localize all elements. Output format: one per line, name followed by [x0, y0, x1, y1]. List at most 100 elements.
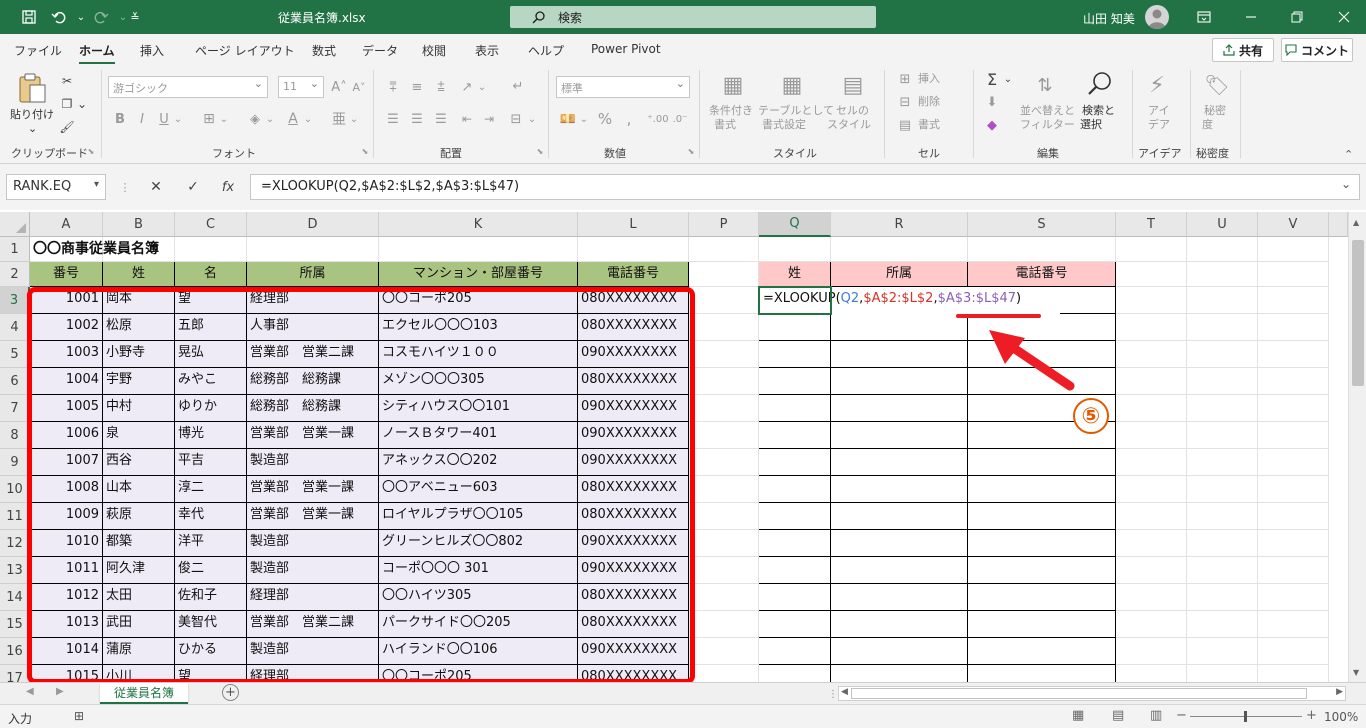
table-cell[interactable]: 中村	[103, 395, 175, 422]
tab-insert[interactable]: 挿入	[140, 42, 164, 59]
lookup-header-cell[interactable]: 姓	[759, 262, 831, 287]
clear-icon[interactable]: ◆	[982, 116, 1002, 134]
align-middle-icon[interactable]: ≡	[408, 78, 426, 96]
grid-cell[interactable]	[1116, 395, 1187, 422]
lookup-result-cell[interactable]	[968, 449, 1116, 476]
increase-font-icon[interactable]: A˄	[330, 78, 348, 96]
table-cell[interactable]: 萩原	[103, 503, 175, 530]
table-cell[interactable]: パークサイド〇〇205	[379, 611, 578, 638]
underline-icon[interactable]: U	[156, 110, 172, 128]
lookup-result-cell[interactable]	[831, 584, 968, 611]
table-cell[interactable]: 090XXXXXXXX	[578, 557, 689, 584]
collapse-ribbon-icon[interactable]: ⌃	[1344, 148, 1353, 161]
table-cell[interactable]: 1012	[30, 584, 103, 611]
column-header-s[interactable]: S	[968, 212, 1116, 237]
prev-sheet-icon[interactable]: ◀	[26, 686, 34, 697]
copy-dropdown-icon[interactable]: ⌄	[76, 95, 88, 113]
autosum-dropdown-icon[interactable]: ⌄	[1002, 70, 1014, 88]
ideas-label[interactable]: アイ	[1148, 104, 1169, 118]
table-cell[interactable]: 晃弘	[175, 341, 247, 368]
table-cell[interactable]: 1011	[30, 557, 103, 584]
format-painter-icon[interactable]: 🖌	[58, 118, 76, 136]
cell-styles-label[interactable]: セルの	[836, 104, 869, 118]
table-cell[interactable]: 1006	[30, 422, 103, 449]
fill-icon[interactable]: ⬇	[982, 93, 1002, 111]
grid-cell[interactable]	[1187, 503, 1258, 530]
row-header[interactable]: 9	[0, 449, 30, 476]
decrease-indent-icon[interactable]: ⇤	[458, 110, 476, 128]
comment-button[interactable]: コメント	[1281, 38, 1353, 62]
lookup-result-cell[interactable]	[759, 449, 831, 476]
grid-cell[interactable]	[968, 237, 1116, 262]
table-cell[interactable]: 美智代	[175, 611, 247, 638]
grid-cell[interactable]	[689, 237, 759, 262]
lookup-result-cell[interactable]	[759, 476, 831, 503]
table-cell[interactable]: 蒲原	[103, 638, 175, 665]
grid-cell[interactable]	[1116, 237, 1187, 262]
lookup-result-cell[interactable]	[759, 557, 831, 584]
grid-cell[interactable]	[1187, 557, 1258, 584]
column-header-l[interactable]: L	[578, 212, 689, 237]
vertical-scrollbar[interactable]: ▲ ▼	[1348, 212, 1366, 682]
table-cell[interactable]: 阿久津	[103, 557, 175, 584]
font-color-icon[interactable]: A	[284, 110, 302, 128]
lookup-result-cell[interactable]	[759, 530, 831, 557]
grid-cell[interactable]	[759, 237, 831, 262]
cell-styles-icon[interactable]: ▤	[838, 70, 868, 100]
search-box[interactable]: 検索	[510, 6, 876, 28]
tab-view[interactable]: 表示	[475, 42, 499, 59]
grid-cell[interactable]	[1187, 611, 1258, 638]
grid-cell[interactable]	[689, 287, 759, 314]
grid-cell[interactable]	[1258, 341, 1329, 368]
tab-file[interactable]: ファイル	[14, 42, 62, 59]
table-cell[interactable]: 都築	[103, 530, 175, 557]
lookup-result-cell[interactable]	[759, 368, 831, 395]
grid-cell[interactable]	[1187, 368, 1258, 395]
number-launcher-icon[interactable]: ⬊	[686, 146, 696, 156]
zoom-slider-thumb[interactable]	[1244, 711, 1247, 722]
column-header-v[interactable]: V	[1258, 212, 1329, 237]
table-cell[interactable]: 望	[175, 287, 247, 314]
table-cell[interactable]: 太田	[103, 584, 175, 611]
grid-cell[interactable]	[1258, 530, 1329, 557]
table-cell[interactable]: 平吉	[175, 449, 247, 476]
grid-cell[interactable]	[689, 584, 759, 611]
grid-cell[interactable]	[689, 503, 759, 530]
customize-toolbar-icon[interactable]: ≚	[124, 7, 146, 27]
worksheet-grid[interactable]: A B C D K L P Q R S T U V 1 2 3 4 5 6 7 8 9 10 11 1…	[0, 212, 1366, 692]
grid-cell[interactable]	[1116, 422, 1187, 449]
scroll-up-icon[interactable]: ▲	[1353, 218, 1359, 227]
row-header[interactable]: 14	[0, 584, 30, 611]
orientation-icon[interactable]: ↗	[458, 78, 476, 96]
italic-icon[interactable]: I	[134, 110, 150, 128]
grid-cell[interactable]	[1258, 449, 1329, 476]
row-header[interactable]: 16	[0, 638, 30, 665]
table-cell[interactable]: 武田	[103, 611, 175, 638]
column-header-b[interactable]: B	[103, 212, 175, 237]
grid-cell[interactable]	[1258, 584, 1329, 611]
zoom-out-icon[interactable]: −	[1176, 708, 1187, 723]
table-cell[interactable]: ひかる	[175, 638, 247, 665]
table-cell[interactable]: コーポ〇〇〇 301	[379, 557, 578, 584]
table-cell[interactable]: 製造部	[247, 557, 379, 584]
borders-icon[interactable]: ⊞	[200, 110, 218, 128]
table-cell[interactable]: アネックス〇〇202	[379, 449, 578, 476]
fill-color-icon[interactable]: ◈	[246, 110, 264, 128]
grid-cell[interactable]	[1116, 368, 1187, 395]
table-cell[interactable]: メゾン〇〇〇305	[379, 368, 578, 395]
grid-cell[interactable]	[689, 638, 759, 665]
column-header-u[interactable]: U	[1187, 212, 1258, 237]
sheet-title[interactable]: 〇〇商事従業員名簿	[30, 237, 330, 262]
grid-cell[interactable]	[1116, 584, 1187, 611]
table-cell[interactable]: 080XXXXXXXX	[578, 314, 689, 341]
column-header-q[interactable]: Q	[759, 212, 831, 237]
table-cell[interactable]: 俊二	[175, 557, 247, 584]
active-cell-formula[interactable]: =XLOOKUP(Q2,$A$2:$L$2,$A$3:$L$47)	[760, 287, 1060, 314]
font-launcher-icon[interactable]: ⬊	[360, 146, 370, 156]
table-cell[interactable]: ロイヤルプラザ〇〇105	[379, 503, 578, 530]
insert-function-icon[interactable]: fx	[216, 176, 240, 198]
lookup-result-cell[interactable]	[831, 530, 968, 557]
row-header[interactable]: 8	[0, 422, 30, 449]
table-cell[interactable]: 佐和子	[175, 584, 247, 611]
tab-formulas[interactable]: 数式	[312, 42, 336, 59]
